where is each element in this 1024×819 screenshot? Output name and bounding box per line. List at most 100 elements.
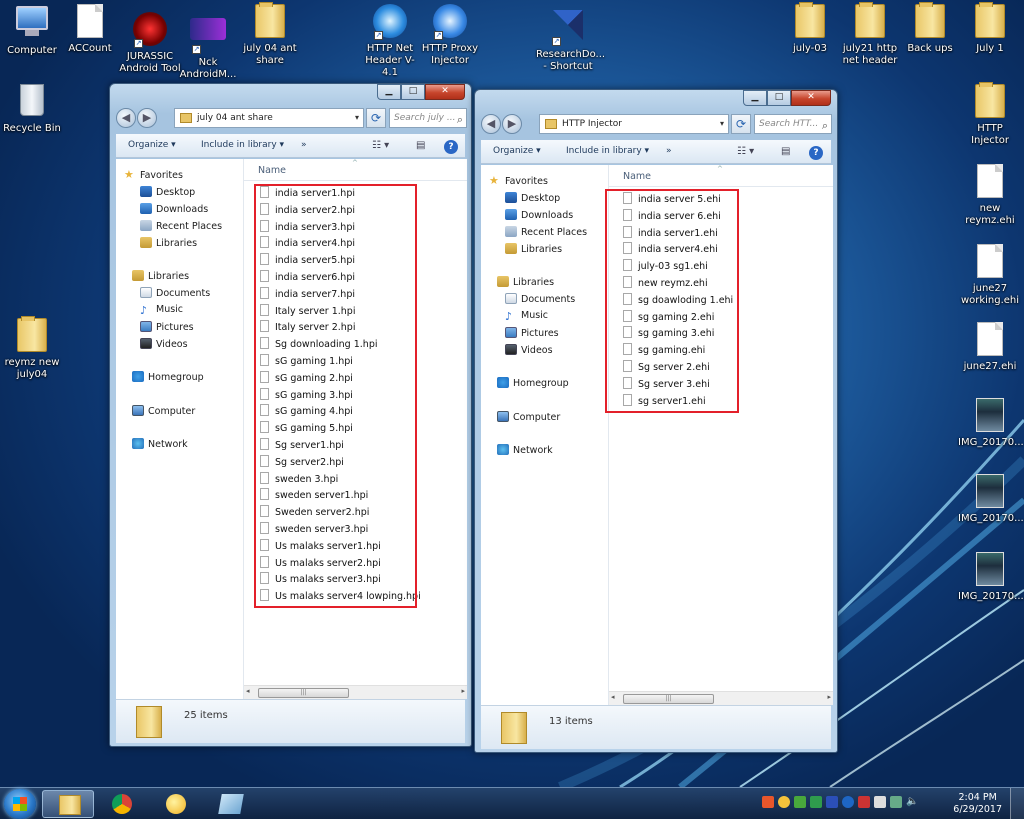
nav-network[interactable]: Network [497,444,553,457]
scroll-left-icon[interactable]: ◂ [246,687,250,695]
views-icon[interactable]: ☷ ▾ [372,140,389,156]
explorer-window-http-injector[interactable]: ▁ □ ✕ ◀ ▶ HTTP Injector ▾ ⟳ Search HTT..… [474,89,838,753]
desktop-icon-researchdo-shortcut[interactable]: ↗ ResearchDo... - Shortcut [536,8,605,73]
nav-recent-places[interactable]: Recent Places [505,226,587,239]
maximize-button[interactable]: □ [767,90,791,106]
desktop-icon-account[interactable]: ACCount [58,4,122,55]
address-bar[interactable]: HTTP Injector ▾ [539,114,729,134]
nav-downloads[interactable]: Downloads [505,209,573,222]
scrollbar-thumb[interactable]: ||| [623,694,714,704]
forward-icon[interactable]: ▶ [502,114,522,134]
desktop-icon-june27-working-ehi[interactable]: june27 working.ehi [958,244,1022,307]
tray-app-icon[interactable] [762,796,774,808]
tray-app-icon[interactable] [810,796,822,808]
volume-icon[interactable]: 🔈 [906,796,918,808]
help-icon[interactable]: ? [809,146,823,160]
tray-app-icon[interactable] [778,796,790,808]
help-icon[interactable]: ? [444,140,458,154]
desktop-icon-img-20170[interactable]: IMG_20170... [958,474,1024,525]
scroll-right-icon[interactable]: ▸ [827,693,831,701]
preview-pane-icon[interactable]: ▤ [416,140,425,156]
desktop-icon-nck-androidm[interactable]: ↗ Nck AndroidM... [176,12,240,81]
clock[interactable]: 2:04 PM 6/29/2017 [953,792,1002,816]
taskbar-app[interactable] [204,790,256,818]
desktop-icon-http-proxy-injector[interactable]: ↗ HTTP Proxy Injector [418,4,482,67]
desktop-icon-http-net-header-v-4-1[interactable]: ↗ HTTP Net Header V-4.1 [358,4,422,79]
forward-icon[interactable]: ▶ [137,108,157,128]
flag-icon[interactable] [874,796,886,808]
desktop-icon-reymz-new-july04[interactable]: reymz new july04 [0,316,64,381]
back-icon[interactable]: ◀ [116,108,136,128]
organize-button[interactable]: Organize ▾ [493,146,541,156]
explorer-window-july04[interactable]: ▁ □ ✕ ◀ ▶ july 04 ant share ▾ ⟳ Search j… [109,83,472,747]
network-icon[interactable] [890,796,902,808]
minimize-button[interactable]: ▁ [377,84,401,100]
search-input[interactable]: Search july ... ⌕ [389,108,467,128]
search-input[interactable]: Search HTT... ⌕ [754,114,832,134]
desktop-icon-http-injector[interactable]: HTTP Injector [958,82,1022,147]
organize-button[interactable]: Organize ▾ [128,140,176,150]
column-header-name[interactable]: Name ^ [609,165,833,187]
nav-pictures[interactable]: Pictures [140,321,194,334]
nav-pictures[interactable]: Pictures [505,327,559,340]
desktop-icon-new-reymz-ehi[interactable]: new reymz.ehi [958,164,1022,227]
desktop-icon-july-04-ant-share[interactable]: july 04 ant share [238,2,302,67]
tray-app-icon[interactable] [826,796,838,808]
refresh-icon[interactable]: ⟳ [731,114,751,134]
desktop-icon-back-ups[interactable]: Back ups [898,2,962,55]
nav-libraries[interactable]: Libraries [497,276,554,289]
nav-libraries-fav[interactable]: Libraries [505,243,562,256]
address-bar[interactable]: july 04 ant share ▾ [174,108,364,128]
desktop-icon-computer[interactable]: Computer [0,4,64,57]
tray-app-icon[interactable] [794,796,806,808]
nav-music[interactable]: ♪ Music [505,310,548,323]
nav-downloads[interactable]: Downloads [140,203,208,216]
desktop-icon-img-20170[interactable]: IMG_20170... [958,552,1024,603]
nav-homegroup[interactable]: Homegroup [132,371,204,384]
include-in-library-button[interactable]: Include in library ▾ [201,140,284,150]
nav-favorites[interactable]: ★ Favorites [124,169,183,182]
desktop-icon-recycle-bin[interactable]: Recycle Bin [0,84,64,135]
maximize-button[interactable]: □ [401,84,425,100]
desktop-icon-july21-http-net-header[interactable]: july21 http net header [838,2,902,67]
nav-favorites[interactable]: ★ Favorites [489,175,548,188]
nav-music[interactable]: ♪ Music [140,304,183,317]
nav-recent-places[interactable]: Recent Places [140,220,222,233]
preview-pane-icon[interactable]: ▤ [781,146,790,162]
nav-documents[interactable]: Documents [140,287,210,300]
close-button[interactable]: ✕ [791,90,831,106]
desktop-icon-july-1[interactable]: July 1 [958,2,1022,55]
nav-desktop[interactable]: Desktop [505,192,560,205]
minimize-button[interactable]: ▁ [743,90,767,106]
nav-network[interactable]: Network [132,438,188,451]
nav-computer[interactable]: Computer [132,405,195,418]
tray-app-icon[interactable] [842,796,854,808]
desktop-icon-july-03[interactable]: july-03 [778,2,842,55]
scroll-right-icon[interactable]: ▸ [461,687,465,695]
taskbar-explorer[interactable] [42,790,94,818]
nav-libraries-fav[interactable]: Libraries [140,237,197,250]
taskbar-chrome[interactable] [96,790,148,818]
column-header-name[interactable]: Name ^ [244,159,467,181]
show-desktop-button[interactable] [1010,788,1024,819]
scrollbar-thumb[interactable]: ||| [258,688,349,698]
nav-videos[interactable]: Videos [140,338,188,351]
chevron-down-icon[interactable]: ▾ [720,115,724,133]
nav-documents[interactable]: Documents [505,293,575,306]
chevron-down-icon[interactable]: ▾ [355,109,359,127]
nav-homegroup[interactable]: Homegroup [497,377,569,390]
desktop-icon-jurassic-android-tool[interactable]: ↗ JURASSIC Android Tool [118,12,182,75]
nav-desktop[interactable]: Desktop [140,186,195,199]
views-icon[interactable]: ☷ ▾ [737,146,754,162]
start-button[interactable] [4,789,36,819]
tray-app-icon[interactable] [858,796,870,808]
nav-computer[interactable]: Computer [497,411,560,424]
more-commands-button[interactable]: » [666,146,672,156]
include-in-library-button[interactable]: Include in library ▾ [566,146,649,156]
nav-videos[interactable]: Videos [505,344,553,357]
horizontal-scrollbar[interactable]: ◂ ||| ▸ [609,691,833,705]
nav-libraries[interactable]: Libraries [132,270,189,283]
scroll-left-icon[interactable]: ◂ [611,693,615,701]
desktop-icon-img-20170[interactable]: IMG_20170... [958,398,1024,449]
more-commands-button[interactable]: » [301,140,307,150]
